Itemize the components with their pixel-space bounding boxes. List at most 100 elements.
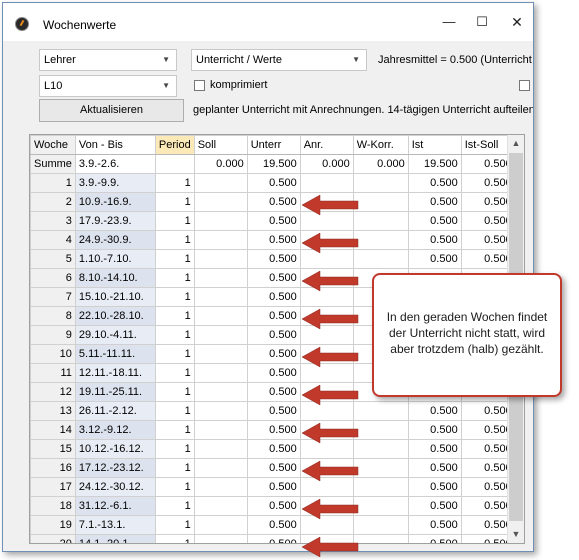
grid-cell[interactable]: 0.000 (299, 154, 354, 174)
grid-cell[interactable]: 0.500 (246, 401, 301, 421)
grid-cell[interactable]: 19 (30, 515, 76, 535)
grid-cell[interactable]: Summe (30, 154, 76, 174)
grid-cell[interactable]: 13 (30, 401, 76, 421)
grid-cell[interactable]: 15.10.-21.10. (74, 287, 156, 307)
grid-cell[interactable] (193, 439, 248, 459)
grid-cell[interactable] (193, 325, 248, 345)
grid-cell[interactable]: 1 (154, 458, 195, 478)
table-row[interactable]: 1 3.9.-9.9. 1 0.500 0.500 0.500 (30, 173, 516, 193)
grid-cell[interactable]: 0.500 (246, 173, 301, 193)
grid-cell[interactable]: 0.500 (246, 439, 301, 459)
grid-cell[interactable]: 9 (30, 325, 76, 345)
grid-cell[interactable]: 1 (154, 249, 195, 269)
grid-cell[interactable]: 1.10.-7.10. (74, 249, 156, 269)
grid-cell[interactable]: 26.11.-2.12. (74, 401, 156, 421)
grid-cell[interactable]: 0.500 (407, 458, 462, 478)
grid-cell[interactable] (352, 173, 409, 193)
grid-cell[interactable]: 1 (154, 192, 195, 212)
column-header[interactable]: Ist (407, 135, 462, 155)
grid-cell[interactable] (193, 306, 248, 326)
grid-cell[interactable]: 17.12.-23.12. (74, 458, 156, 478)
grid-cell[interactable] (193, 515, 248, 535)
grid-cell[interactable]: 0.500 (246, 477, 301, 497)
grid-cell[interactable] (193, 192, 248, 212)
grid-cell[interactable]: 0.500 (407, 515, 462, 535)
maximize-button[interactable]: ☐ (468, 11, 496, 33)
grid-cell[interactable]: 4 (30, 230, 76, 250)
grid-cell[interactable] (193, 496, 248, 516)
column-header[interactable]: Anr. (299, 135, 354, 155)
grid-cell[interactable]: 1 (154, 211, 195, 231)
grid-cell[interactable]: 1 (154, 496, 195, 516)
grid-cell[interactable]: 0.000 (352, 154, 409, 174)
grid-cell[interactable]: 0.500 (246, 287, 301, 307)
grid-cell[interactable]: 1 (154, 268, 195, 288)
grid-cell[interactable]: 0.500 (246, 515, 301, 535)
grid-cell[interactable]: 0.500 (246, 325, 301, 345)
grid-cell[interactable]: 7 (30, 287, 76, 307)
grid-cell[interactable]: 1 (154, 325, 195, 345)
grid-cell[interactable] (299, 173, 354, 193)
grid-cell[interactable]: 8.10.-14.10. (74, 268, 156, 288)
grid-cell[interactable]: 14.1.-20.1. (74, 534, 156, 543)
table-row[interactable]: 16 17.12.-23.12. 1 0.500 0.500 0.500 (30, 458, 516, 478)
grid-cell[interactable] (193, 382, 248, 402)
table-row[interactable]: 14 3.12.-9.12. 1 0.500 0.500 0.500 (30, 420, 516, 440)
minimize-button[interactable]: — (435, 11, 463, 33)
column-header[interactable]: Unterr (246, 135, 301, 155)
grid-cell[interactable]: 29.10.-4.11. (74, 325, 156, 345)
grid-cell[interactable]: 0.500 (407, 439, 462, 459)
grid-cell[interactable]: 5 (30, 249, 76, 269)
grid-cell[interactable]: 19.500 (407, 154, 462, 174)
grid-cell[interactable]: 22.10.-28.10. (74, 306, 156, 326)
grid-cell[interactable] (193, 401, 248, 421)
grid-cell[interactable]: 0.500 (246, 363, 301, 383)
grid-cell[interactable]: 0.000 (193, 154, 248, 174)
grid-cell[interactable]: 7.1.-13.1. (74, 515, 156, 535)
grid-cell[interactable]: 0.500 (407, 192, 462, 212)
grid-cell[interactable]: 3 (30, 211, 76, 231)
grid-cell[interactable]: 14 (30, 420, 76, 440)
column-header[interactable]: Von - Bis (74, 135, 156, 155)
table-row[interactable]: 3 17.9.-23.9. 1 0.500 0.500 0.500 (30, 211, 516, 231)
grid-cell[interactable]: 19.11.-25.11. (74, 382, 156, 402)
grid-cell[interactable]: 0.500 (246, 534, 301, 543)
grid-cell[interactable]: 0.500 (407, 173, 462, 193)
grid-cell[interactable]: 0.500 (407, 401, 462, 421)
grid-cell[interactable]: 3.9.-9.9. (74, 173, 156, 193)
grid-cell[interactable]: 1 (154, 344, 195, 364)
grid-cell[interactable]: 0.500 (407, 496, 462, 516)
grid-cell[interactable]: 0.500 (407, 249, 462, 269)
grid-cell[interactable]: 0.500 (246, 344, 301, 364)
table-row[interactable]: 2 10.9.-16.9. 1 0.500 0.500 0.500 (30, 192, 516, 212)
grid-cell[interactable]: 0.500 (407, 230, 462, 250)
grid-cell[interactable] (193, 458, 248, 478)
grid-cell[interactable] (193, 249, 248, 269)
grid-cell[interactable]: 31.12.-6.1. (74, 496, 156, 516)
grid-cell[interactable]: 3.12.-9.12. (74, 420, 156, 440)
grid-cell[interactable]: 1 (30, 173, 76, 193)
grid-cell[interactable]: 20 (30, 534, 76, 543)
column-header[interactable]: Woche (30, 135, 76, 155)
grid-cell[interactable]: 0.500 (246, 230, 301, 250)
grid-cell[interactable]: 12.11.-18.11. (74, 363, 156, 383)
grid-cell[interactable] (193, 268, 248, 288)
teacher-select[interactable]: Lehrer ▼ (39, 49, 177, 71)
grid-cell[interactable]: 1 (154, 515, 195, 535)
refresh-button[interactable]: Aktualisieren (39, 99, 184, 122)
grid-cell[interactable]: 17.9.-23.9. (74, 211, 156, 231)
grid-cell[interactable] (193, 363, 248, 383)
class-select[interactable]: L10 ▼ (39, 75, 177, 97)
column-header[interactable]: W-Korr. (352, 135, 409, 155)
grid-cell[interactable]: 19.500 (246, 154, 301, 174)
mode-select[interactable]: Unterricht / Werte ▼ (191, 49, 367, 71)
grid-cell[interactable]: 1 (154, 439, 195, 459)
grid-cell[interactable]: 0.500 (246, 458, 301, 478)
grid-cell[interactable]: 1 (154, 230, 195, 250)
grid-cell[interactable]: 0.500 (407, 534, 462, 543)
table-row[interactable]: 17 24.12.-30.12. 1 0.500 0.500 0.500 (30, 477, 516, 497)
grid-cell[interactable] (193, 477, 248, 497)
grid-cell[interactable]: 10 (30, 344, 76, 364)
grid-cell[interactable]: 12 (30, 382, 76, 402)
grid-cell[interactable]: 0.500 (407, 477, 462, 497)
